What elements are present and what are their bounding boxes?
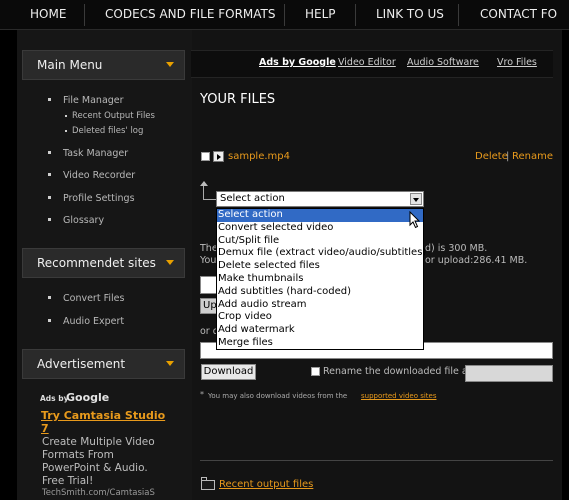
ad-body: PowerPoint & Audio. — [42, 462, 148, 474]
nav-divider — [84, 4, 85, 26]
bullet-icon — [65, 130, 67, 132]
sidebar-item-recent-output[interactable]: Recent Output Files — [72, 111, 155, 121]
ad-url[interactable]: TechSmith.com/CamtasiaS — [42, 488, 155, 498]
bullet-icon — [65, 115, 67, 117]
sidebar-item-profile-settings[interactable]: Profile Settings — [63, 193, 135, 204]
rename-link[interactable]: Rename — [512, 151, 553, 162]
rename-label: Rename the downloaded file as — [323, 366, 473, 377]
file-path-input[interactable] — [200, 276, 217, 294]
quota-text-left: You — [200, 255, 217, 266]
top-navigation: HOME CODECS AND FILE FORMATS HELP LINK T… — [0, 0, 569, 30]
limit-text-right: d) is 300 MB. — [425, 243, 488, 254]
dropdown-option[interactable]: Crop video — [217, 311, 423, 324]
page-title: YOUR FILES — [200, 92, 276, 107]
ad-body: Formats From — [42, 449, 114, 461]
dropdown-option[interactable]: Merge files — [217, 337, 423, 350]
advertisement-header[interactable]: Advertisement — [22, 349, 185, 379]
sidebar-item-convert-files[interactable]: Convert Files — [63, 293, 124, 304]
sidebar-item-audio-expert[interactable]: Audio Expert — [63, 316, 124, 327]
chevron-down-icon[interactable] — [410, 193, 422, 205]
dropdown-option[interactable]: Add watermark — [217, 324, 423, 337]
asterisk: * — [200, 390, 204, 399]
dropdown-option[interactable]: Select action — [217, 209, 423, 222]
recent-output-link[interactable]: Recent output files — [219, 479, 313, 490]
nav-home[interactable]: HOME — [30, 0, 66, 30]
bullet-icon — [48, 151, 51, 154]
ad-link-audio-software[interactable]: Audio Software — [407, 57, 479, 68]
dropdown-option[interactable]: Add subtitles (hard-coded) — [217, 286, 423, 299]
advertisement-title: Advertisement — [37, 357, 126, 371]
dropdown-option[interactable]: Demux file (extract video/audio/subtitle… — [217, 247, 426, 260]
action-dropdown-list: Select action Convert selected video Cut… — [216, 208, 426, 350]
dropdown-option[interactable]: Add audio stream — [217, 299, 423, 312]
recommended-sites-header[interactable]: Recommendet sites — [22, 248, 185, 278]
up-arrow-icon — [200, 181, 208, 186]
play-icon — [217, 154, 221, 160]
nav-divider — [458, 4, 459, 26]
ads-by-google-label[interactable]: Ads by Google — [259, 57, 336, 68]
supported-sites-note: You may also download videos from the — [208, 392, 348, 400]
sidebar-item-video-recorder[interactable]: Video Recorder — [63, 170, 135, 181]
divider — [200, 460, 553, 461]
supported-sites-link[interactable]: supported video sites — [361, 392, 437, 400]
sidebar-item-file-manager[interactable]: File Manager — [63, 95, 124, 106]
rename-input[interactable] — [465, 365, 553, 382]
action-select-value: Select action — [220, 193, 285, 204]
dropdown-option[interactable]: Make thumbnails — [217, 273, 423, 286]
nav-link-to-us[interactable]: LINK TO US — [376, 0, 444, 30]
nav-codecs[interactable]: CODECS AND FILE FORMATS — [105, 0, 275, 30]
download-button[interactable]: Download — [201, 364, 256, 380]
expand-arrow-icon — [166, 62, 174, 67]
sidebar-item-glossary[interactable]: Glossary — [63, 215, 104, 226]
dropdown-option[interactable]: Cut/Split file — [217, 235, 423, 248]
file-checkbox[interactable] — [201, 152, 210, 161]
dropdown-option[interactable]: Convert selected video — [217, 222, 423, 235]
sidebar-item-deleted-log[interactable]: Deleted files' log — [72, 126, 143, 136]
file-name-link[interactable]: sample.mp4 — [228, 151, 290, 162]
google-logo: Google — [66, 391, 110, 404]
folder-icon — [201, 477, 215, 490]
nav-contact[interactable]: CONTACT FO — [480, 0, 557, 30]
bullet-icon — [48, 296, 51, 299]
rename-checkbox[interactable] — [311, 367, 320, 376]
ad-body: Create Multiple Video — [42, 436, 155, 448]
upload-button[interactable]: Up — [200, 298, 217, 314]
action-select[interactable]: Select action — [216, 191, 424, 207]
ad-headline[interactable]: Try Camtasia Studio — [41, 409, 165, 422]
nav-divider — [284, 4, 285, 26]
expand-arrow-icon — [166, 260, 174, 265]
bullet-icon — [48, 196, 51, 199]
recommended-sites-title: Recommendet sites — [37, 256, 156, 270]
dropdown-option[interactable]: Delete selected files — [217, 260, 423, 273]
link-separator: | — [506, 151, 510, 162]
ad-body: Free Trial! — [42, 475, 94, 487]
connector-line — [203, 186, 204, 200]
mouse-cursor-icon — [409, 211, 421, 229]
sidebar-item-task-manager[interactable]: Task Manager — [63, 148, 128, 159]
ads-by-label: Ads by — [40, 394, 69, 403]
connector-line — [203, 199, 216, 200]
main-menu-header[interactable]: Main Menu — [22, 50, 185, 80]
ad-link-vro-files[interactable]: Vro Files — [497, 57, 537, 68]
ad-link-video-editor[interactable]: Video Editor — [338, 57, 396, 68]
quota-text-right: or upload:286.41 MB. — [425, 255, 528, 266]
bullet-icon — [48, 98, 51, 101]
nav-help[interactable]: HELP — [305, 0, 336, 30]
folder-tab — [201, 477, 207, 480]
play-button[interactable] — [213, 151, 224, 162]
bullet-icon — [48, 173, 51, 176]
main-menu-title: Main Menu — [37, 58, 103, 72]
ad-headline-line2[interactable]: 7 — [41, 422, 49, 435]
nav-divider — [355, 4, 356, 26]
expand-arrow-icon — [166, 361, 174, 366]
bullet-icon — [48, 319, 51, 322]
bullet-icon — [48, 218, 51, 221]
delete-link[interactable]: Delete — [475, 151, 508, 162]
